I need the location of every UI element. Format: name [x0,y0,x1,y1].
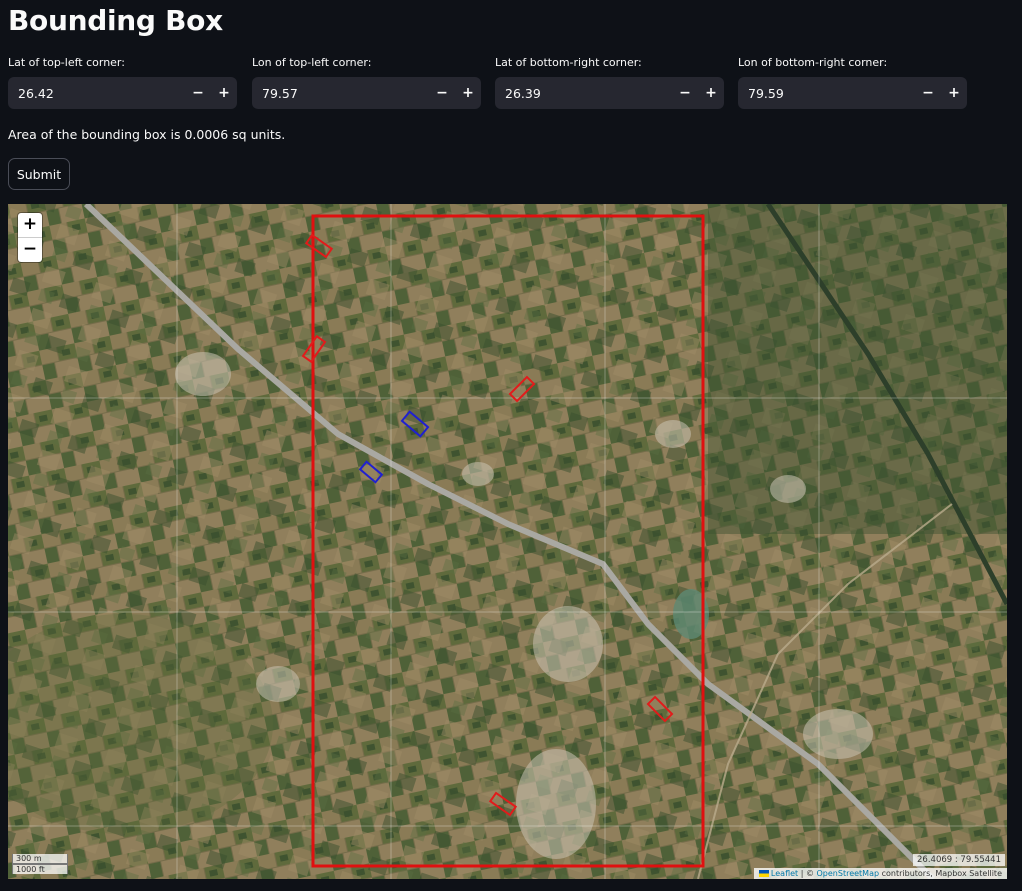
zoom-out-button[interactable]: − [18,237,42,262]
scale-imperial: 1000 ft [12,864,68,874]
village [533,606,603,682]
village [175,352,231,396]
lon-top-left-increment-button[interactable]: + [455,77,481,109]
leaflet-link[interactable]: Leaflet [771,869,798,878]
lat-top-left-decrement-button[interactable]: − [185,77,211,109]
zoom-in-button[interactable]: + [18,213,42,237]
scale-metric: 300 m [12,854,68,864]
lon-bottom-right-input[interactable]: 79.59 − + [738,77,967,109]
lon-top-left-label: Lon of top-left corner: [252,56,372,69]
cursor-coordinates: 26.4069 : 79.55441 [913,854,1005,866]
village [803,709,873,759]
ukraine-flag-icon [758,870,769,877]
green-fields-area [708,204,1007,534]
scale-bar: 300 m 1000 ft [12,854,68,874]
map-canvas[interactable] [8,204,1007,879]
lon-bottom-right-value[interactable]: 79.59 [738,86,915,101]
lat-bottom-right-label: Lat of bottom-right corner: [495,56,642,69]
lon-bottom-right-label: Lon of bottom-right corner: [738,56,888,69]
lon-top-left-field: Lon of top-left corner: 79.57 − + [252,56,481,109]
lon-bottom-right-increment-button[interactable]: + [941,77,967,109]
village [256,666,300,702]
map-attribution: Leaflet | © OpenStreetMap contributors, … [753,868,1007,879]
lat-bottom-right-decrement-button[interactable]: − [672,77,698,109]
village [655,420,691,448]
attribution-separator: | © [798,869,817,878]
lon-top-left-input[interactable]: 79.57 − + [252,77,481,109]
satellite-map[interactable]: + − 300 m 1000 ft 26.4069 : 79.55441 Lea… [8,204,1007,879]
lat-top-left-input[interactable]: 26.42 − + [8,77,237,109]
lat-bottom-right-field: Lat of bottom-right corner: 26.39 − + [495,56,724,109]
village [516,749,596,859]
submit-button[interactable]: Submit [8,158,70,190]
village [770,475,806,503]
lat-top-left-field: Lat of top-left corner: 26.42 − + [8,56,237,109]
lat-top-left-label: Lat of top-left corner: [8,56,125,69]
attribution-text: contributors, Mapbox Satellite [879,869,1002,878]
lat-bottom-right-increment-button[interactable]: + [698,77,724,109]
page-title: Bounding Box [8,4,223,37]
lat-top-left-increment-button[interactable]: + [211,77,237,109]
zoom-control: + − [18,213,42,262]
lat-bottom-right-value[interactable]: 26.39 [495,86,672,101]
village [462,462,494,486]
lon-bottom-right-decrement-button[interactable]: − [915,77,941,109]
area-result-text: Area of the bounding box is 0.0006 sq un… [8,127,286,142]
lon-top-left-value[interactable]: 79.57 [252,86,429,101]
lat-top-left-value[interactable]: 26.42 [8,86,185,101]
lon-top-left-decrement-button[interactable]: − [429,77,455,109]
openstreetmap-link[interactable]: OpenStreetMap [817,869,880,878]
lat-bottom-right-input[interactable]: 26.39 − + [495,77,724,109]
lon-bottom-right-field: Lon of bottom-right corner: 79.59 − + [738,56,967,109]
